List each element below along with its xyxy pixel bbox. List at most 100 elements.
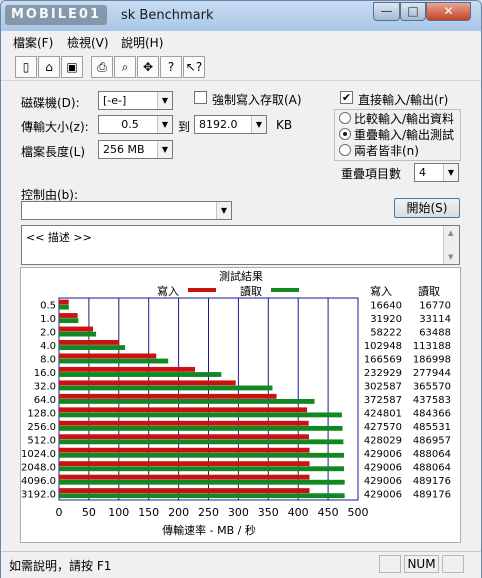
scroll-down-icon[interactable]: ▼ (448, 253, 453, 261)
menu-help[interactable]: 說明(H) (121, 34, 163, 51)
mode-overlap-label: 重疊輸入/輸出測試 (354, 128, 455, 142)
start-button[interactable]: 開始(S) (394, 198, 460, 218)
y-tick-label: 128.0 (27, 408, 56, 419)
window-title: sk Benchmark (121, 8, 214, 23)
write-value: 424801 (364, 408, 402, 419)
bar-write (59, 434, 309, 440)
radio-neither[interactable] (339, 144, 351, 156)
read-value: 63488 (419, 328, 451, 339)
bar-read (59, 439, 344, 445)
bar-read (59, 318, 79, 324)
radio-overlap[interactable] (339, 128, 351, 140)
read-value: 365570 (413, 382, 451, 393)
read-value: 489176 (413, 476, 451, 487)
legend-read-swatch (271, 288, 299, 292)
write-value: 372587 (364, 395, 402, 406)
print-preview-icon[interactable]: ⌕ (114, 56, 136, 78)
mode-neither-label: 兩者皆非(n) (354, 144, 419, 158)
minimize-button[interactable]: — (373, 2, 400, 21)
chevron-down-icon: ▼ (443, 164, 458, 181)
x-tick-label: 150 (138, 506, 159, 519)
write-value: 429006 (364, 489, 402, 500)
bar-read (59, 372, 222, 377)
write-value: 429006 (364, 476, 402, 487)
y-tick-label: 16.0 (34, 368, 56, 379)
description-box[interactable]: << 描述 >> ▲ ▼ (21, 225, 460, 265)
y-tick-label: 8.0 (40, 355, 56, 366)
bar-read (59, 331, 97, 337)
scroll-up-icon[interactable]: ▲ (448, 229, 453, 237)
read-column-header: 讀取 (418, 284, 440, 298)
y-tick-label: 1024.0 (21, 449, 56, 460)
legend-write-swatch (188, 288, 216, 292)
force-write-checkbox[interactable] (194, 91, 207, 104)
results-panel: 測試結果 寫入 讀取 寫入 讀取 0 50 100 150 200 250 300 350 400 450 5… (20, 267, 461, 543)
app-window: MOBILE01 sk Benchmark — □ ✕ 檔案(F) 檢視(V) … (0, 0, 482, 578)
x-tick-label: 100 (108, 506, 129, 519)
y-tick-label: 256.0 (27, 422, 56, 433)
status-panel-scroll (442, 555, 464, 573)
bar-write (59, 474, 310, 480)
read-value: 16770 (419, 301, 451, 312)
radio-compare[interactable] (339, 112, 351, 124)
queue-depth-label: 重疊項目數 (341, 167, 402, 181)
open-icon[interactable]: ⌂ (38, 56, 60, 78)
results-chart: 測試結果寫入 讀取 寫入 讀取 0 50 100 150 200 250 300 350 400 450 5… (21, 269, 451, 537)
y-tick-label: 3192.0 (21, 489, 56, 500)
y-tick-label: 1.0 (40, 314, 56, 325)
drive-value: [-e-] (103, 94, 127, 107)
force-write-label: 強制寫入存取(A) (212, 93, 302, 107)
new-icon[interactable]: ▯ (15, 56, 37, 78)
control-select[interactable]: ▼ (21, 201, 232, 220)
write-value: 302587 (364, 382, 402, 393)
chevron-down-icon: ▼ (251, 116, 266, 133)
status-help-text: 如需說明，請按 F1 (9, 559, 112, 573)
write-value: 429006 (364, 449, 402, 460)
bar-read (59, 425, 343, 431)
toolbar: ▯ ⌂ ▣ ⎙ ⌕ ✥ ? ↖? (1, 53, 481, 81)
read-value: 486957 (413, 435, 451, 446)
file-length-select[interactable]: 256 MB ▼ (98, 140, 173, 159)
x-tick-label: 300 (228, 506, 249, 519)
status-panel-num: NUM (404, 555, 439, 573)
write-value: 31920 (370, 314, 402, 325)
transfer-from-select[interactable]: 0.5 ▼ (98, 115, 173, 134)
to-label: 到 (178, 120, 191, 134)
bar-read (59, 304, 69, 310)
maximize-button[interactable]: □ (400, 2, 426, 21)
close-button[interactable]: ✕ (426, 2, 471, 21)
file-length-value: 256 MB (103, 143, 145, 156)
transfer-size-label: 傳輸大小(z): (21, 120, 89, 134)
x-tick-label: 250 (198, 506, 219, 519)
move-icon[interactable]: ✥ (137, 56, 159, 78)
menu-view[interactable]: 檢視(V) (67, 34, 109, 51)
menu-file[interactable]: 檔案(F) (13, 34, 53, 51)
read-value: 277944 (413, 368, 451, 379)
read-value: 33114 (419, 314, 451, 325)
queue-depth-select[interactable]: 4 ▼ (414, 163, 459, 182)
x-tick-label: 400 (288, 506, 309, 519)
transfer-to-select[interactable]: 8192.0 ▼ (194, 115, 267, 134)
write-value: 166569 (364, 355, 402, 366)
mode-compare-label: 比較輸入/輸出資料 (354, 112, 455, 126)
context-help-icon[interactable]: ↖? (183, 56, 205, 78)
description-scrollbar[interactable]: ▲ ▼ (443, 226, 459, 264)
read-value: 484366 (413, 408, 451, 419)
write-value: 427570 (364, 422, 402, 433)
bar-write (59, 340, 120, 345)
write-value: 429006 (364, 462, 402, 473)
direct-io-checkbox[interactable]: ✔ (340, 91, 353, 104)
bar-read (59, 479, 345, 485)
drive-select[interactable]: [-e-] ▼ (98, 91, 173, 110)
print-icon[interactable]: ⎙ (91, 56, 113, 78)
chart-title: 測試結果 (219, 269, 263, 283)
read-value: 437583 (413, 395, 451, 406)
bar-read (59, 399, 315, 404)
help-icon[interactable]: ? (160, 56, 182, 78)
chevron-down-icon: ▼ (157, 141, 172, 158)
y-tick-label: 512.0 (27, 435, 56, 446)
watermark-logo: MOBILE01 (5, 5, 107, 25)
read-value: 488064 (413, 462, 451, 473)
bar-read (59, 345, 126, 350)
save-icon[interactable]: ▣ (61, 56, 83, 78)
